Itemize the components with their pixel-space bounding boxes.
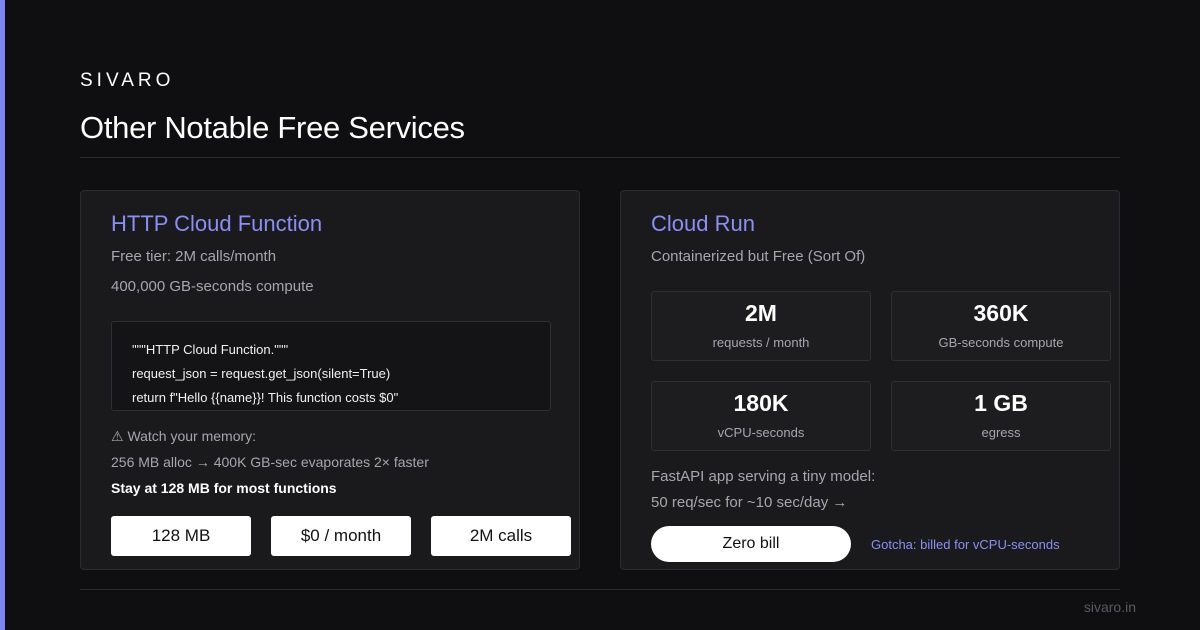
example-text: FastAPI app serving a tiny model: [651,468,876,485]
code-line: return f"Hello {{name}}! This function c… [132,390,399,405]
cloud-run-card: Cloud Run Containerized but Free (Sort O… [620,190,1120,570]
stat-value: 360K [973,300,1029,326]
card-subtitle: Containerized but Free (Sort Of) [651,248,866,265]
compute-text: 400,000 GB-seconds compute [111,278,314,295]
code-block: """HTTP Cloud Function.""" request_json … [111,321,551,411]
stat-label: GB-seconds compute [938,335,1064,350]
stat-label: vCPU-seconds [717,425,805,440]
stat-gb-seconds: 360K GB-seconds compute [891,291,1111,361]
stat-egress: 1 GB egress [891,381,1111,451]
stat-requests: 2M requests / month [651,291,871,361]
code-line: request_json = request.get_json(silent=T… [132,366,391,381]
accent-bar [0,0,5,630]
footer-url: sivaro.in [1083,599,1136,615]
card-title: Cloud Run [651,211,755,236]
http-cloud-function-card: HTTP Cloud Function Free tier: 2M calls/… [80,190,580,570]
stat-label: requests / month [712,335,810,350]
memory-warning-detail: 256 MB alloc → 400K GB-sec evaporates 2×… [111,454,429,470]
zero-bill-badge: Zero bill [651,526,851,562]
calls-pill: 2M calls [431,516,571,556]
cost-pill: $0 / month [271,516,411,556]
divider-top [80,157,1120,158]
divider-bottom [80,589,1120,590]
free-tier-text: Free tier: 2M calls/month [111,248,277,265]
card-title: HTTP Cloud Function [111,211,323,236]
memory-pill: 128 MB [111,516,251,556]
brand-logo: SIVARO [80,70,175,91]
stat-value: 1 GB [974,390,1028,416]
stat-value: 180K [733,390,789,416]
gotcha-note: Gotcha: billed for vCPU-seconds [871,537,1060,552]
example-detail: 50 req/sec for ~10 sec/day → [651,494,848,511]
stat-label: egress [981,425,1021,440]
page-title: Other Notable Free Services [80,110,465,145]
recommendation-text: Stay at 128 MB for most functions [111,480,337,496]
memory-warning: ⚠ Watch your memory: [111,428,257,444]
stat-value: 2M [745,300,777,326]
code-line: """HTTP Cloud Function.""" [132,342,289,357]
stat-vcpu-seconds: 180K vCPU-seconds [651,381,871,451]
